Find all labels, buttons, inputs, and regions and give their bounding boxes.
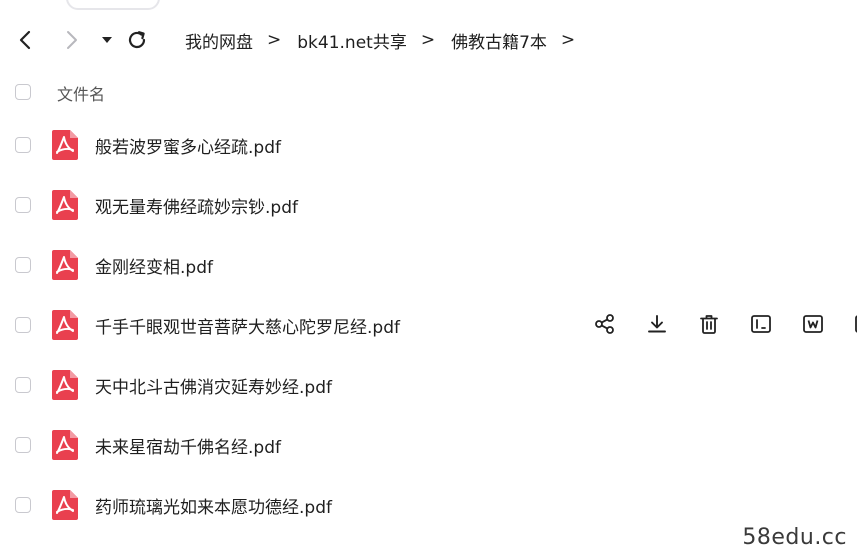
- back-button[interactable]: [13, 27, 39, 53]
- pdf-file-icon: [52, 190, 78, 220]
- file-row[interactable]: 观无量寿佛经疏妙宗钞.pdf: [0, 175, 857, 235]
- file-row-hovered[interactable]: 千手千眼观世音菩萨大慈心陀罗尼经.pdf: [0, 295, 857, 355]
- word-convert-icon: [803, 315, 823, 333]
- file-row[interactable]: 般若波罗蜜多心经疏.pdf: [0, 115, 857, 175]
- breadcrumb-item-current-folder[interactable]: 佛教古籍7本: [451, 28, 547, 53]
- row-checkbox[interactable]: [15, 137, 31, 153]
- pdf-file-icon: [52, 430, 78, 460]
- row-checkbox[interactable]: [15, 437, 31, 453]
- share-button[interactable]: [592, 311, 618, 337]
- row-checkbox[interactable]: [15, 377, 31, 393]
- row-checkbox[interactable]: [15, 497, 31, 513]
- select-all-checkbox[interactable]: [15, 84, 31, 100]
- file-name[interactable]: 未来星宿劫千佛名经.pdf: [95, 433, 281, 458]
- forward-arrow-icon: [67, 31, 77, 49]
- rename-button[interactable]: [748, 311, 774, 337]
- refresh-button[interactable]: [124, 27, 150, 53]
- convert-to-word-button[interactable]: [800, 311, 826, 337]
- delete-button[interactable]: [696, 311, 722, 337]
- row-checkbox[interactable]: [15, 257, 31, 273]
- file-row[interactable]: 药师琉璃光如来本愿功德经.pdf: [0, 475, 857, 535]
- file-row[interactable]: 天中北斗古佛消灾延寿妙经.pdf: [0, 355, 857, 415]
- pdf-file-icon: [52, 250, 78, 280]
- file-list: 般若波罗蜜多心经疏.pdf 观无量寿佛经疏妙宗钞.pdf 金刚经变相.pdf 千…: [0, 115, 857, 535]
- watermark: 58edu.cc: [742, 525, 847, 550]
- breadcrumb-separator: >: [560, 30, 576, 50]
- pdf-file-icon: [52, 490, 78, 520]
- delete-icon: [700, 315, 718, 334]
- file-list-header: 文件名: [0, 76, 857, 110]
- breadcrumb-item-shared[interactable]: bk41.net共享: [297, 28, 407, 53]
- breadcrumb-item-my-drive[interactable]: 我的网盘: [185, 28, 253, 53]
- caret-down-icon: [102, 37, 112, 43]
- row-checkbox[interactable]: [15, 317, 31, 333]
- file-name[interactable]: 般若波罗蜜多心经疏.pdf: [95, 133, 281, 158]
- rename-icon: [751, 315, 771, 333]
- pdf-file-icon: [52, 310, 78, 340]
- file-name[interactable]: 药师琉璃光如来本愿功德经.pdf: [95, 493, 332, 518]
- file-row[interactable]: 金刚经变相.pdf: [0, 235, 857, 295]
- row-checkbox[interactable]: [15, 197, 31, 213]
- toolbar: 我的网盘 > bk41.net共享 > 佛教古籍7本 >: [0, 0, 857, 80]
- row-actions: [592, 311, 857, 337]
- forward-button[interactable]: [58, 27, 84, 53]
- breadcrumb-separator: >: [267, 30, 282, 50]
- file-name[interactable]: 千手千眼观世音菩萨大慈心陀罗尼经.pdf: [95, 313, 400, 338]
- history-dropdown-button[interactable]: [94, 27, 120, 53]
- file-name[interactable]: 天中北斗古佛消灾延寿妙经.pdf: [95, 373, 332, 398]
- pdf-file-icon: [52, 130, 78, 160]
- download-button[interactable]: [644, 311, 670, 337]
- download-icon: [648, 315, 666, 333]
- breadcrumb-separator: >: [420, 30, 436, 50]
- more-button[interactable]: [852, 311, 857, 337]
- refresh-icon: [128, 31, 146, 49]
- back-arrow-icon: [19, 30, 31, 50]
- file-row[interactable]: 未来星宿劫千佛名经.pdf: [0, 415, 857, 475]
- breadcrumb: 我的网盘 > bk41.net共享 > 佛教古籍7本 >: [185, 26, 591, 54]
- file-name[interactable]: 观无量寿佛经疏妙宗钞.pdf: [95, 193, 298, 218]
- file-name[interactable]: 金刚经变相.pdf: [95, 253, 213, 278]
- tab-outline: [66, 0, 160, 10]
- share-icon: [595, 314, 614, 334]
- column-header-filename[interactable]: 文件名: [57, 81, 105, 105]
- pdf-file-icon: [52, 370, 78, 400]
